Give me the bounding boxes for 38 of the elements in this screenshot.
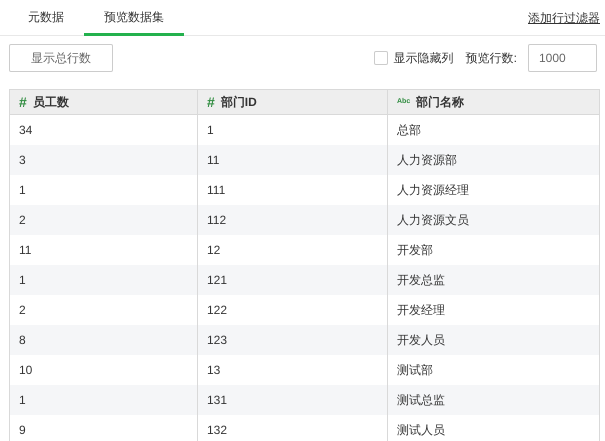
checkbox[interactable] xyxy=(374,51,388,65)
table-cell: 1 xyxy=(10,385,198,415)
column-header[interactable]: # 员工数 xyxy=(10,90,198,114)
table-cell-text: 测试总监 xyxy=(396,392,446,409)
table-cell: 9 xyxy=(10,415,198,441)
show-total-rows-button[interactable]: 显示总行数 xyxy=(9,44,113,72)
table-cell-text: 开发部 xyxy=(396,242,434,259)
table-cell-text: 测试人员 xyxy=(396,422,446,439)
table-cell-text: 人力资源经理 xyxy=(396,182,470,199)
table-cell-text: 人力资源文员 xyxy=(396,212,470,229)
table-cell-text: 测试部 xyxy=(396,362,434,379)
table-cell-text: 人力资源部 xyxy=(396,152,458,169)
number-type-icon: # xyxy=(19,92,27,112)
table-cell: 8 xyxy=(10,325,198,355)
tab[interactable]: 预览数据集 xyxy=(84,0,184,36)
table-cell-text: 开发经理 xyxy=(396,302,446,319)
table-cell-text: 开发人员 xyxy=(396,332,446,349)
table-cell: 123 xyxy=(198,325,388,355)
table-cell: 132 xyxy=(198,415,388,441)
table-cell: 3 xyxy=(10,145,198,175)
tab[interactable]: 元数据 xyxy=(0,0,84,36)
table-cell-text: 总部 xyxy=(396,122,422,139)
table-cell: 131 xyxy=(198,385,388,415)
table-cell: 11 xyxy=(198,145,388,175)
table-cell: 121 xyxy=(198,265,388,295)
table-cell: 1 xyxy=(10,265,198,295)
column-header[interactable]: # 部门ID xyxy=(198,90,388,114)
table-cell: 2 xyxy=(10,205,198,235)
checkbox-label: 显示隐藏列 xyxy=(394,50,454,67)
preview-rows-label: 预览行数: xyxy=(466,50,517,67)
add-filter-link[interactable]: 添加行过滤器 xyxy=(528,8,600,26)
column-header-label: 员工数 xyxy=(32,94,69,111)
table-cell-text: 开发总监 xyxy=(396,272,446,289)
column-header-label: 部门名称 xyxy=(416,94,464,111)
column-header-label: 部门ID xyxy=(220,94,257,111)
table-cell: 112 xyxy=(198,205,388,235)
number-type-icon: # xyxy=(207,92,215,112)
preview-rows-field[interactable]: 1000 xyxy=(528,44,597,72)
